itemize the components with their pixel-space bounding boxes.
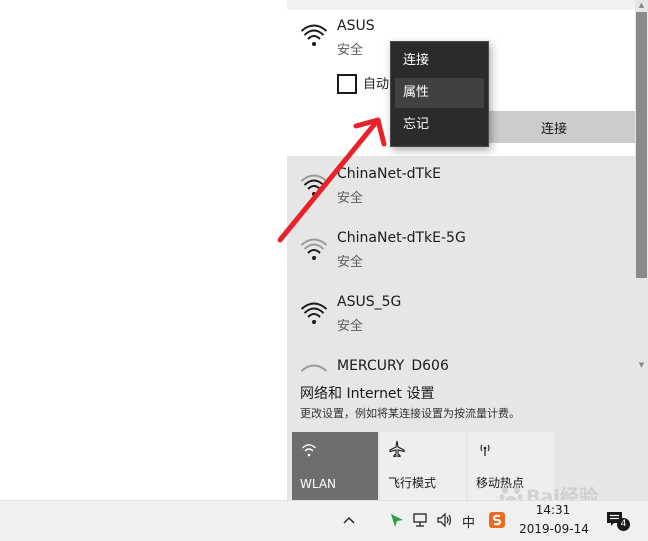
menu-item-forget[interactable]: 忘记	[395, 110, 484, 140]
wifi-signal-icon	[301, 24, 327, 46]
wifi-signal-icon	[301, 364, 327, 372]
network-name: ASUS_5G	[337, 294, 402, 310]
network-settings-link[interactable]: 网络和 Internet 设置	[300, 383, 435, 403]
network-security-status: 安全	[337, 43, 364, 58]
ime-indicator[interactable]: 中	[462, 512, 475, 531]
network-item-chinanet-dtke[interactable]: ChinaNet-dTkE 安全	[287, 160, 635, 222]
autoconnect-checkbox[interactable]	[337, 74, 357, 94]
network-settings-description: 更改设置，例如将某连接设置为按流量计费。	[300, 407, 520, 420]
clock-time[interactable]: 14:31	[522, 503, 584, 517]
wifi-signal-icon	[301, 174, 327, 196]
network-item-asus-5g[interactable]: ASUS_5G 安全	[287, 288, 635, 350]
wifi-icon	[300, 440, 318, 458]
network-name: MERCURY_D606	[337, 358, 449, 372]
network-name: ChinaNet-dTkE-5G	[337, 230, 466, 246]
connect-button[interactable]: 连接	[473, 111, 635, 143]
network-item-chinanet-dtke-5g[interactable]: ChinaNet-dTkE-5G 安全	[287, 224, 635, 286]
show-hidden-icons-chevron-icon[interactable]	[342, 513, 356, 529]
input-method-app-icon[interactable]	[488, 511, 506, 528]
network-name: ChinaNet-dTkE	[337, 166, 442, 182]
network-security-status: 安全	[337, 191, 364, 206]
taskbar: 中 14:31 2019-09-14 4	[0, 500, 648, 541]
airplane-icon	[388, 440, 406, 458]
menu-item-connect[interactable]: 连接	[395, 46, 484, 76]
wlan-toggle[interactable]: WLAN	[292, 432, 378, 500]
wifi-signal-icon	[301, 238, 327, 260]
network-list-scrollbar[interactable]: ▲ ▼	[635, 0, 648, 372]
network-tray-icon[interactable]	[411, 512, 429, 528]
quick-action-label: WLAN	[300, 477, 337, 491]
scroll-thumb[interactable]	[636, 12, 647, 278]
airplane-mode-toggle[interactable]: 飞行模式	[380, 432, 466, 500]
menu-item-properties[interactable]: 属性	[395, 78, 484, 108]
hotspot-icon	[476, 440, 494, 458]
wifi-signal-icon	[301, 302, 327, 324]
green-arrow-app-icon[interactable]	[389, 512, 405, 528]
scroll-up-icon[interactable]: ▲	[636, 0, 647, 10]
quick-action-label: 飞行模式	[388, 476, 437, 490]
network-security-status: 安全	[337, 319, 364, 334]
volume-icon[interactable]	[436, 512, 454, 528]
clock-date[interactable]: 2019-09-14	[518, 522, 590, 536]
notification-count-badge: 4	[617, 518, 630, 531]
network-context-menu: 连接 属性 忘记	[390, 41, 489, 147]
network-name: ASUS	[337, 18, 375, 34]
autoconnect-label: 自动	[363, 77, 390, 92]
network-item-mercury-d606[interactable]: MERCURY_D606	[287, 352, 635, 372]
previous-network-strip[interactable]	[287, 0, 635, 10]
network-security-status: 安全	[337, 255, 364, 270]
scroll-down-icon[interactable]: ▼	[636, 360, 647, 370]
